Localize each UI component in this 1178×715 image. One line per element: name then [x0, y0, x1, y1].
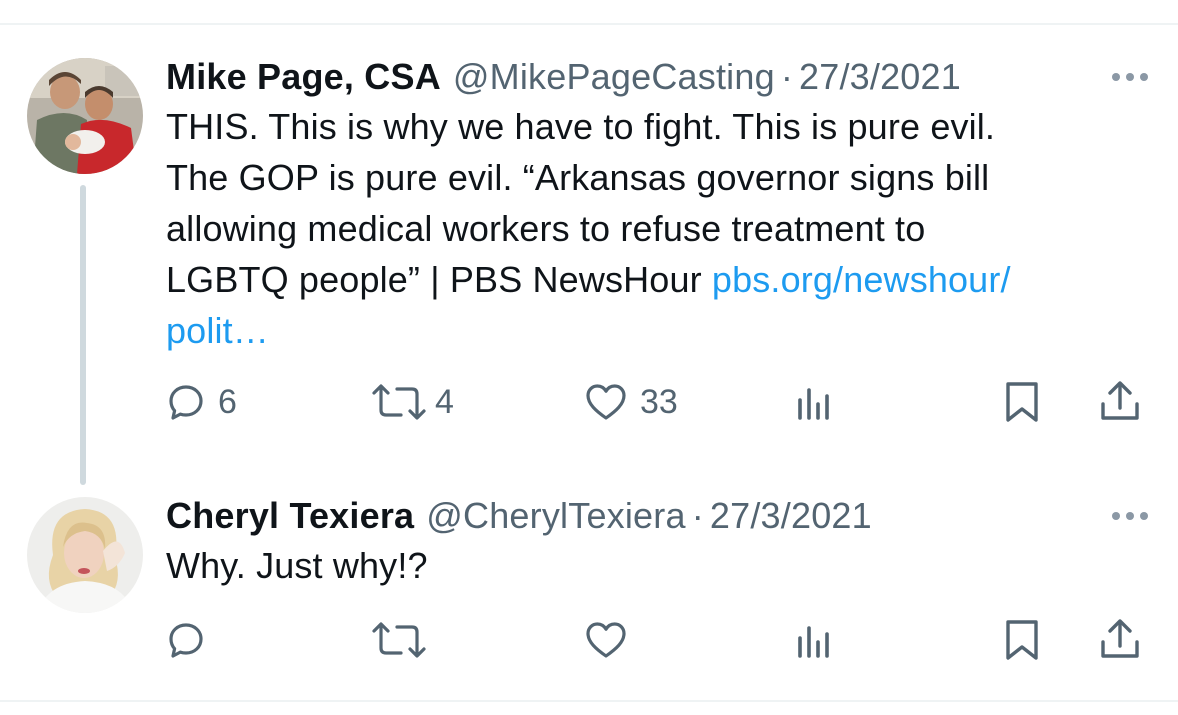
- tweet-text: THIS. This is why we have to fight. This…: [166, 101, 1148, 356]
- tweet-header: Cheryl Texiera @CherylTexiera · 27/3/202…: [166, 493, 1148, 539]
- tweet-1-actions: 6 4 33: [166, 374, 1148, 430]
- tweet-text-segment: LGBTQ people” | PBS NewsHour: [166, 259, 712, 300]
- share-button[interactable]: [1098, 374, 1142, 430]
- share-button[interactable]: [1098, 612, 1142, 668]
- tweet-date[interactable]: 27/3/2021: [710, 495, 872, 537]
- reply-button[interactable]: [166, 612, 218, 668]
- tweet-text: Why. Just why!?: [166, 545, 428, 586]
- more-icon[interactable]: [1088, 493, 1148, 539]
- analytics-icon: [795, 382, 835, 422]
- analytics-button[interactable]: [795, 374, 835, 430]
- author-handle[interactable]: @CherylTexiera: [426, 495, 685, 537]
- reply-count: 6: [218, 382, 237, 421]
- tweet-2[interactable]: Cheryl Texiera @CherylTexiera · 27/3/202…: [166, 493, 1148, 591]
- author-name[interactable]: Cheryl Texiera: [166, 495, 414, 537]
- tweet-text-line: LGBTQ people” | PBS NewsHour pbs.org/new…: [166, 254, 1148, 305]
- thread-connector-line: [80, 185, 86, 485]
- retweet-icon: [371, 620, 427, 660]
- share-icon: [1098, 618, 1142, 662]
- reply-icon: [166, 382, 206, 422]
- author-name[interactable]: Mike Page, CSA: [166, 56, 441, 98]
- bookmark-icon: [1002, 380, 1042, 424]
- tweet-date[interactable]: 27/3/2021: [799, 56, 961, 98]
- like-icon: [584, 620, 628, 660]
- like-button[interactable]: [584, 612, 640, 668]
- author-handle[interactable]: @MikePageCasting: [453, 56, 775, 98]
- bookmark-button[interactable]: [1002, 612, 1042, 668]
- bookmark-icon: [1002, 618, 1042, 662]
- bottom-divider: [0, 700, 1178, 702]
- tweet-header: Mike Page, CSA @MikePageCasting · 27/3/2…: [166, 54, 1148, 100]
- tweet-text-line: The GOP is pure evil. “Arkansas governor…: [166, 157, 990, 198]
- reply-icon: [166, 620, 206, 660]
- tweet-link[interactable]: pbs.org/newshour/: [712, 259, 1011, 300]
- tweet-link-continued[interactable]: polit…: [166, 310, 269, 351]
- retweet-count: 4: [435, 382, 454, 421]
- top-divider: [0, 23, 1178, 25]
- like-count: 33: [640, 382, 678, 421]
- separator-dot: ·: [780, 56, 794, 97]
- retweet-icon: [371, 382, 427, 422]
- avatar-cheryl-texiera[interactable]: [27, 497, 143, 613]
- share-icon: [1098, 380, 1142, 424]
- bookmark-button[interactable]: [1002, 374, 1042, 430]
- retweet-button[interactable]: 4: [371, 374, 454, 430]
- tweet-2-actions: [166, 612, 1148, 668]
- analytics-icon: [795, 620, 835, 660]
- analytics-button[interactable]: [795, 612, 835, 668]
- tweet-text-line: allowing medical workers to refuse treat…: [166, 208, 926, 249]
- separator-dot: ·: [691, 495, 704, 536]
- avatar-mike-page[interactable]: [27, 58, 143, 174]
- like-button[interactable]: 33: [584, 374, 678, 430]
- tweet-text-line: THIS. This is why we have to fight. This…: [166, 106, 996, 147]
- more-icon[interactable]: [1088, 54, 1148, 100]
- reply-button[interactable]: 6: [166, 374, 237, 430]
- tweet-1[interactable]: Mike Page, CSA @MikePageCasting · 27/3/2…: [166, 54, 1148, 356]
- retweet-button[interactable]: [371, 612, 439, 668]
- like-icon: [584, 382, 628, 422]
- tweet-text-line: polit…: [166, 305, 1148, 356]
